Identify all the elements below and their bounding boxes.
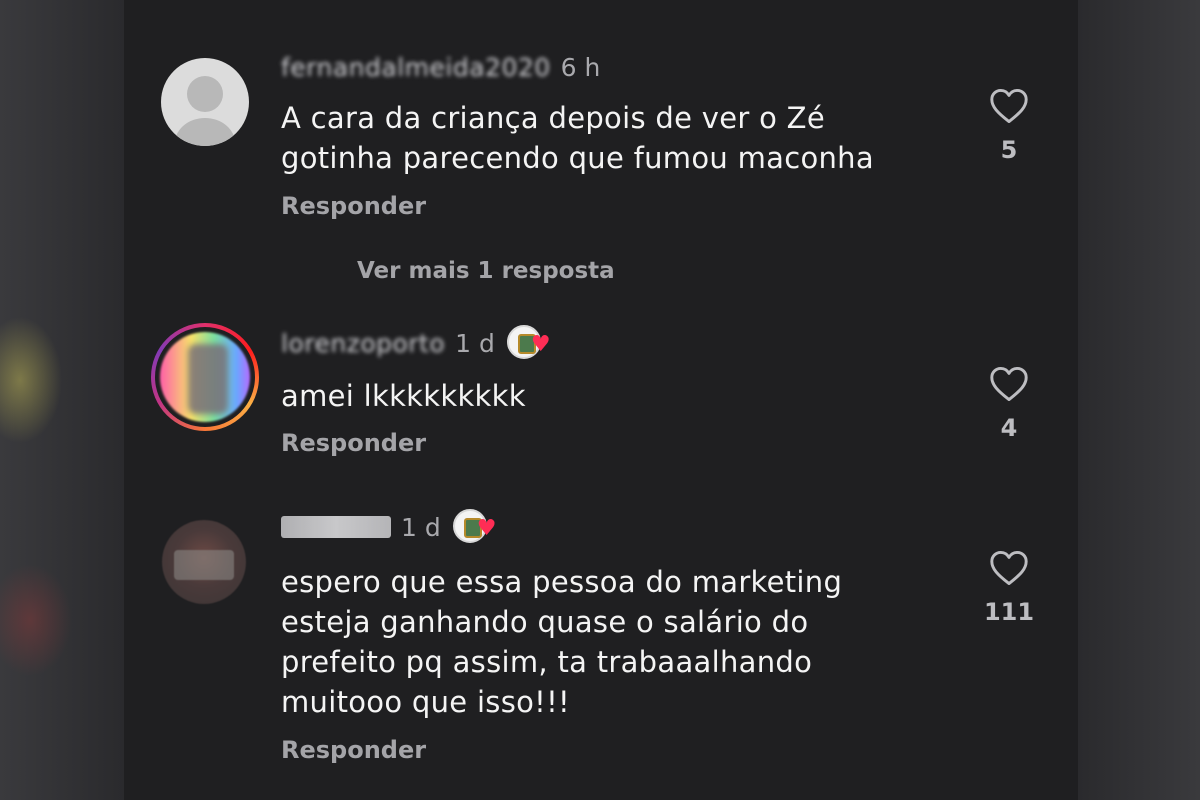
reply-button[interactable]: Responder [281, 192, 426, 220]
heart-outline-icon[interactable] [989, 550, 1029, 586]
comment-text-line: esteja ganhando quase o salário do [281, 605, 809, 639]
avatar-image [160, 332, 250, 422]
comment-text-line: espero que essa pessoa do marketing [281, 565, 843, 599]
blurred-right-margin [1078, 0, 1200, 800]
comment-item: g 1 d ♥ espero que essa pessoa do market… [124, 480, 1078, 800]
view-more-replies-button[interactable]: Ver mais 1 resposta [357, 258, 615, 284]
like-control[interactable]: 4 [979, 366, 1039, 442]
username-link[interactable]: g [281, 516, 391, 538]
comment-time: 6 h [560, 52, 601, 82]
reply-button[interactable]: Responder [281, 736, 426, 764]
comment-text: A cara da criança depois de ver o Zé got… [281, 98, 874, 178]
comment-text: espero que essa pessoa do marketing este… [281, 562, 842, 722]
like-control[interactable]: 5 [979, 88, 1039, 164]
default-avatar-icon[interactable] [161, 58, 249, 146]
blurred-left-margin [0, 0, 124, 800]
comment-time: 1 d [401, 512, 441, 542]
avatar-ring-gap [155, 327, 255, 427]
creator-heart-badge-icon: ♥ [506, 325, 551, 361]
comment-text-line: muitooo que isso!!! [281, 685, 570, 719]
username-link[interactable]: fernandalmeida2020 [281, 53, 551, 82]
comment-text-line: gotinha parecendo que fumou maconha [281, 141, 874, 175]
like-count: 4 [1000, 414, 1018, 442]
comment-time: 1 d [455, 328, 495, 358]
like-control[interactable]: 111 [979, 550, 1039, 626]
avatar-body-shape [175, 118, 235, 146]
heart-outline-icon[interactable] [989, 88, 1029, 124]
avatar[interactable] [162, 520, 246, 604]
comment-meta: lorenzoporto 1 d ♥ [281, 325, 551, 361]
story-ring-avatar[interactable] [151, 323, 259, 431]
comments-panel: fernandalmeida2020 6 h A cara da criança… [124, 0, 1078, 800]
comment-text-line: prefeito pq assim, ta trabaaalhando [281, 645, 813, 679]
comment-text-line: amei lkkkkkkkkk [281, 379, 526, 413]
comment-text-line: A cara da criança depois de ver o Zé [281, 101, 825, 135]
avatar-head-shape [187, 76, 223, 112]
comment-item: fernandalmeida2020 6 h A cara da criança… [124, 0, 1078, 300]
heart-outline-icon[interactable] [989, 366, 1029, 402]
heart-filled-icon: ♥ [476, 516, 497, 541]
like-count: 111 [983, 598, 1035, 626]
comment-text: amei lkkkkkkkkk [281, 376, 526, 416]
reply-button[interactable]: Responder [281, 429, 426, 457]
creator-heart-badge-icon: ♥ [452, 509, 496, 545]
comment-meta: g 1 d ♥ [281, 509, 496, 545]
username-link[interactable]: lorenzoporto [281, 329, 445, 358]
heart-filled-icon: ♥ [530, 332, 551, 357]
comment-item: lorenzoporto 1 d ♥ amei lkkkkkkkkk Respo… [124, 300, 1078, 480]
like-count: 5 [1000, 136, 1018, 164]
comment-meta: fernandalmeida2020 6 h [281, 52, 600, 82]
